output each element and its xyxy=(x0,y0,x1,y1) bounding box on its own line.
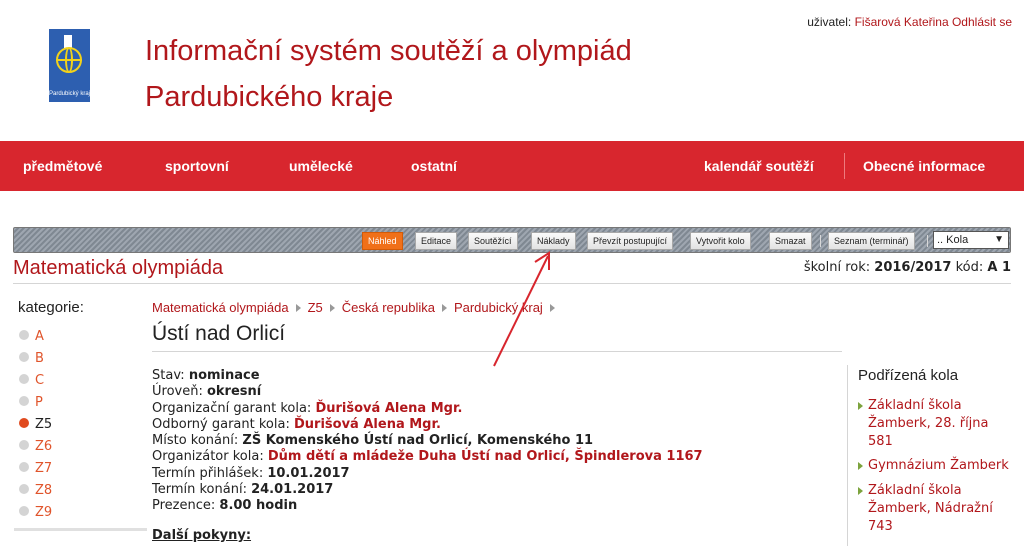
annotation-arrow xyxy=(493,251,550,367)
